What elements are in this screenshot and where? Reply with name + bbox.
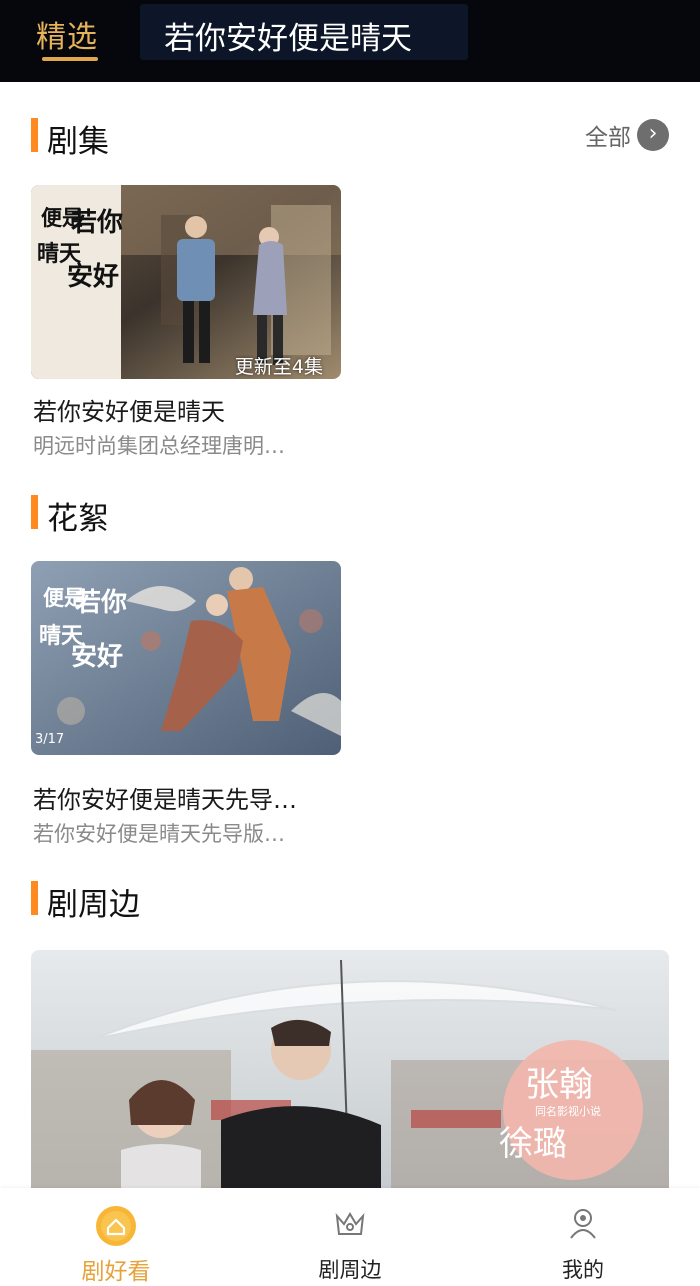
episode-card-title[interactable]: 若你安好便是晴天: [33, 392, 353, 427]
svg-text:若你: 若你: [75, 588, 127, 618]
episode-count-badge: 更新至4集: [234, 356, 323, 378]
nav-item-profile[interactable]: 我的: [513, 1188, 653, 1286]
svg-text:安好: 安好: [67, 262, 119, 292]
banner-stamp-name: 徐璐: [499, 1124, 567, 1164]
section-accent-bar: [31, 118, 38, 152]
banner-stamp-subtitle: 同名影视小说: [535, 1104, 601, 1118]
extras-poster-image: 便是 晴天 若你 安好 3/17: [31, 561, 341, 755]
section-title-extras: 花絮: [47, 501, 109, 537]
merch-banner[interactable]: 张翰 同名影视小说 徐璐: [31, 950, 669, 1190]
svg-text:若你: 若你: [71, 208, 123, 238]
extras-card-description: 若你安好便是晴天先导版…: [33, 822, 285, 846]
crown-icon: [333, 1206, 367, 1244]
episode-card-description: 明远时尚集团总经理唐明…: [33, 434, 285, 458]
section-title-series: 剧集: [47, 124, 109, 160]
poster-date: 3/17: [35, 732, 64, 747]
nav-item-home[interactable]: 剧好看: [46, 1188, 186, 1286]
see-all-label: 全部: [585, 125, 631, 151]
top-bar: 精选 若你安好便是晴天: [0, 0, 700, 82]
nav-label-profile: 我的: [562, 1258, 604, 1282]
nav-item-merch[interactable]: 剧周边: [280, 1188, 420, 1286]
extras-card-thumbnail[interactable]: 便是 晴天 若你 安好 3/17: [31, 561, 341, 755]
see-all-button[interactable]: 全部 ›: [585, 118, 669, 152]
episode-card-thumbnail[interactable]: 便是 晴天 若你 安好 更新至4集: [31, 185, 341, 379]
merch-banner-image: 张翰 同名影视小说 徐璐: [31, 950, 669, 1190]
nav-label-merch: 剧周边: [318, 1258, 382, 1282]
tab-featured[interactable]: 精选: [36, 12, 98, 56]
bottom-navigation: 剧好看 剧周边 我的: [0, 1188, 700, 1286]
chevron-right-icon: ›: [637, 119, 669, 151]
user-icon: [566, 1206, 600, 1244]
section-accent-bar: [31, 881, 38, 915]
nav-label-home: 剧好看: [81, 1259, 151, 1285]
svg-text:安好: 安好: [71, 642, 123, 672]
home-icon: [96, 1206, 136, 1250]
section-title-merch: 剧周边: [47, 887, 140, 923]
tab-active-indicator: [42, 57, 98, 61]
tab-show-title[interactable]: 若你安好便是晴天: [164, 13, 412, 58]
episode-poster-image: 便是 晴天 若你 安好: [31, 185, 341, 379]
section-accent-bar: [31, 495, 38, 529]
extras-card-title[interactable]: 若你安好便是晴天先导…: [33, 780, 353, 815]
banner-stamp-title: 张翰: [525, 1065, 593, 1105]
